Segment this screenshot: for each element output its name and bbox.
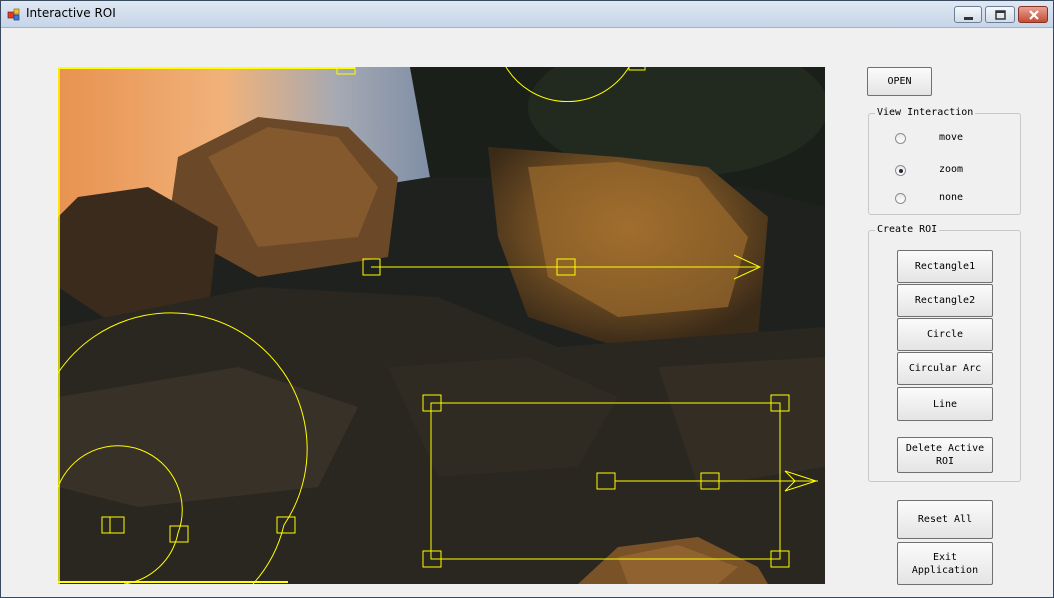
roi-circle-top <box>505 67 630 102</box>
radio-none-indicator[interactable] <box>895 193 906 204</box>
maximize-icon <box>995 10 1006 20</box>
create-roi-title: Create ROI <box>875 224 940 236</box>
app-window: Interactive ROI OPEN View Interaction mo… <box>0 0 1054 598</box>
maximize-button[interactable] <box>985 6 1015 23</box>
title-bar[interactable]: Interactive ROI <box>1 1 1053 28</box>
roi-line-1[interactable] <box>362 254 762 280</box>
app-icon <box>7 8 20 21</box>
exit-application-button[interactable]: Exit Application <box>897 542 993 585</box>
roi-circle-small[interactable] <box>58 445 189 584</box>
radio-move-indicator[interactable] <box>895 133 906 144</box>
roi-handle[interactable] <box>169 525 189 543</box>
radio-none-label: none <box>939 192 964 203</box>
line-button[interactable]: Line <box>897 387 993 421</box>
roi-circle-large[interactable] <box>58 312 308 584</box>
circular-arc-button[interactable]: Circular Arc <box>897 352 993 385</box>
window-title: Interactive ROI <box>26 6 116 20</box>
close-icon <box>1029 10 1039 20</box>
circle-button[interactable]: Circle <box>897 318 993 351</box>
roi-handle[interactable] <box>596 472 616 490</box>
radio-zoom-indicator[interactable] <box>895 165 906 176</box>
close-button[interactable] <box>1018 6 1048 23</box>
view-interaction-title: View Interaction <box>875 107 976 119</box>
rectangle2-button[interactable]: Rectangle2 <box>897 284 993 317</box>
reset-all-button[interactable]: Reset All <box>897 500 993 539</box>
delete-active-roi-button[interactable]: Delete Active ROI <box>897 437 993 473</box>
radio-zoom-label: zoom <box>939 164 964 175</box>
minimize-icon <box>964 17 973 20</box>
radio-move-label: move <box>939 132 964 143</box>
roi-handle[interactable] <box>276 516 296 534</box>
roi-rectangle-active[interactable] <box>422 394 818 568</box>
roi-handle[interactable] <box>101 516 125 534</box>
radio-selected-dot <box>899 169 903 173</box>
minimize-button[interactable] <box>954 6 982 23</box>
open-button[interactable]: OPEN <box>867 67 932 96</box>
rectangle1-button[interactable]: Rectangle1 <box>897 250 993 283</box>
view-interaction-group: View Interaction move zoom none <box>868 107 1021 215</box>
roi-overlay[interactable] <box>58 67 825 584</box>
roi-handle[interactable] <box>628 67 646 71</box>
